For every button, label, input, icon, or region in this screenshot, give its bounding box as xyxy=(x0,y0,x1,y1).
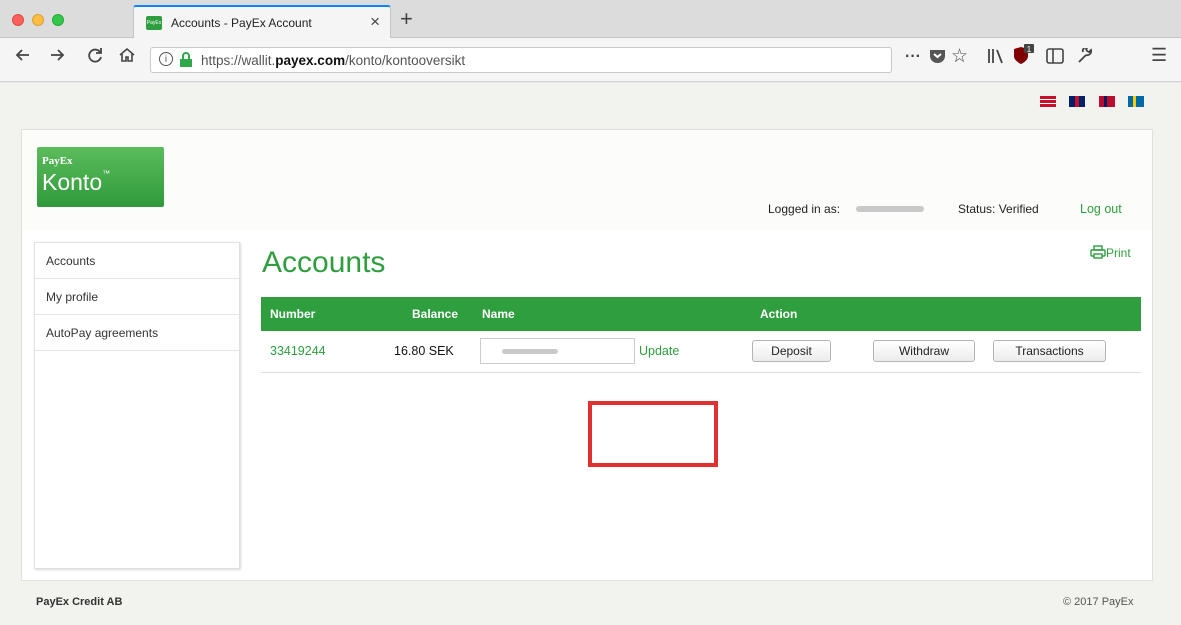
logged-in-label: Logged in as: xyxy=(768,202,841,216)
site-header: PayEx Konto™ Logged in as: Status: Verif… xyxy=(22,130,1152,230)
table-header: Number Balance Name Action xyxy=(261,297,1141,331)
maximize-window-button[interactable] xyxy=(52,14,64,26)
withdraw-button[interactable]: Withdraw xyxy=(873,340,975,362)
company-name: PayEx Credit AB xyxy=(36,596,123,608)
deposit-button[interactable]: Deposit xyxy=(752,340,831,362)
tab-title: Accounts - PayEx Account xyxy=(171,16,312,30)
account-number-link[interactable]: 33419244 xyxy=(270,344,326,358)
site-container: PayEx Konto™ Logged in as: Status: Verif… xyxy=(21,129,1153,581)
forward-icon[interactable] xyxy=(48,46,66,69)
minimize-window-button[interactable] xyxy=(32,14,44,26)
logged-in-username-redacted xyxy=(856,206,924,212)
copyright-text: © 2017 PayEx xyxy=(1063,596,1134,608)
pocket-icon[interactable] xyxy=(929,48,946,69)
update-name-link[interactable]: Update xyxy=(639,344,679,358)
close-tab-icon[interactable]: × xyxy=(370,12,380,32)
account-balance: 16.80 SEK xyxy=(394,344,454,358)
info-icon[interactable]: i xyxy=(159,52,173,66)
tab-bar: PayEx Accounts - PayEx Account × + xyxy=(0,0,1181,38)
sidebar-icon[interactable] xyxy=(1046,48,1064,69)
url-text: https://wallit.payex.com/konto/kontoover… xyxy=(201,53,466,68)
back-icon[interactable] xyxy=(14,46,32,69)
column-header-balance: Balance xyxy=(412,307,459,321)
print-link[interactable]: Print xyxy=(1090,245,1131,260)
page-viewport: PayEx Konto™ Logged in as: Status: Verif… xyxy=(0,83,1181,625)
ublock-icon[interactable]: 1 xyxy=(1013,44,1035,71)
home-icon[interactable] xyxy=(118,46,136,69)
sidebar-item-accounts[interactable]: Accounts xyxy=(35,243,239,279)
table-row: 33419244 16.80 SEK Update Deposit Withdr… xyxy=(261,331,1141,373)
account-name-input[interactable] xyxy=(480,338,635,364)
english-flag-icon[interactable] xyxy=(1069,96,1085,107)
payex-konto-logo[interactable]: PayEx Konto™ xyxy=(37,147,164,207)
lock-icon[interactable] xyxy=(179,52,193,68)
url-bar[interactable]: i https://wallit.payex.com/konto/kontoov… xyxy=(150,47,892,73)
page-title: Accounts xyxy=(262,246,386,279)
svg-text:1: 1 xyxy=(1027,45,1032,54)
norwegian-flag-icon[interactable] xyxy=(1099,96,1115,107)
danish-flag-icon[interactable] xyxy=(1040,96,1056,107)
column-header-action: Action xyxy=(760,307,798,321)
sidebar-item-my-profile[interactable]: My profile xyxy=(35,279,239,315)
menu-icon[interactable]: ☰ xyxy=(1151,45,1167,66)
close-window-button[interactable] xyxy=(12,14,24,26)
bookmark-star-icon[interactable]: ☆ xyxy=(951,45,968,68)
navigation-bar: i https://wallit.payex.com/konto/kontoov… xyxy=(0,38,1181,82)
accounts-table: Number Balance Name Action 33419244 16.8… xyxy=(261,297,1141,373)
tools-icon[interactable] xyxy=(1077,45,1093,69)
sidebar-menu: Accounts My profile AutoPay agreements xyxy=(34,242,240,569)
site-footer: PayEx Credit AB © 2017 PayEx xyxy=(0,581,1181,625)
payex-favicon-icon: PayEx xyxy=(146,16,162,30)
printer-icon xyxy=(1090,245,1106,260)
verification-status: Status: Verified xyxy=(958,202,1039,216)
swedish-flag-icon[interactable] xyxy=(1128,96,1144,107)
logout-link[interactable]: Log out xyxy=(1080,202,1122,216)
new-tab-button[interactable]: + xyxy=(400,6,413,32)
library-icon[interactable] xyxy=(987,48,1005,69)
withdraw-highlight-box xyxy=(588,401,718,467)
column-header-number: Number xyxy=(270,307,316,321)
transactions-button[interactable]: Transactions xyxy=(993,340,1106,362)
column-header-name: Name xyxy=(482,307,515,321)
browser-tab[interactable]: PayEx Accounts - PayEx Account × xyxy=(133,5,391,38)
sidebar-item-autopay-agreements[interactable]: AutoPay agreements xyxy=(35,315,239,351)
page-actions-icon[interactable]: ··· xyxy=(905,48,921,66)
account-name-redacted xyxy=(502,349,558,354)
reload-icon[interactable] xyxy=(86,46,104,69)
